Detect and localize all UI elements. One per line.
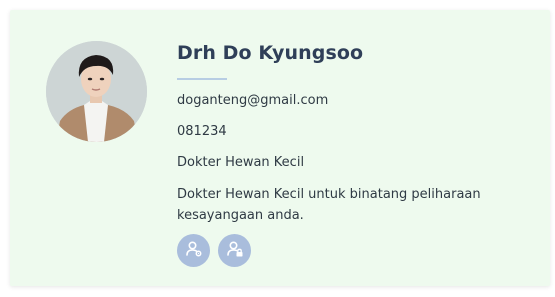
doctor-name: Drh Do Kyungsoo [177,42,364,64]
profile-details: Drh Do Kyungsoo doganteng@gmail.com 0812… [177,40,536,267]
user-settings-button[interactable] [177,234,210,267]
action-buttons [177,234,536,267]
avatar-image [46,41,147,142]
description-text: Dokter Hewan Kecil untuk binatang peliha… [177,187,481,223]
phone-text: 081234 [177,124,227,139]
user-lock-icon [226,240,244,261]
email-text: doganteng@gmail.com [177,93,329,108]
doctor-profile-card: Drh Do Kyungsoo doganteng@gmail.com 0812… [10,10,550,286]
user-settings-icon [185,240,203,261]
specialty-text: Dokter Hewan Kecil [177,155,305,170]
divider [177,78,227,80]
avatar [46,41,147,142]
user-lock-button[interactable] [218,234,251,267]
